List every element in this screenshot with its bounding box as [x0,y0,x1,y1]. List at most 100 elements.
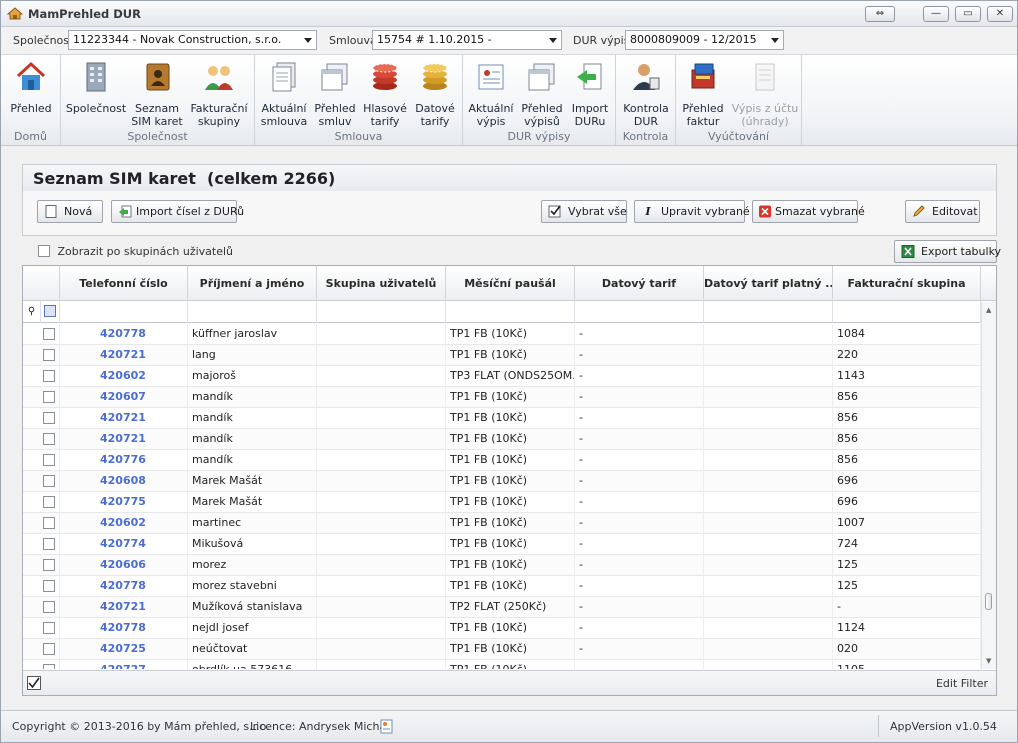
header-user-group[interactable]: Skupina uživatelů [317,266,446,301]
row-checkbox[interactable] [43,643,55,655]
edit-button[interactable]: Editovat [905,200,980,223]
row-checkbox[interactable] [43,538,55,550]
table-row[interactable]: 420602 martinec TP1 FB (10Kč) - 1007 [23,513,981,534]
cell-phone[interactable]: 420727 [60,660,188,669]
cell-phone[interactable]: 420602 [60,366,188,387]
row-checkbox[interactable] [43,601,55,613]
phone-link[interactable]: 420776 [100,453,146,466]
dur-statement-select[interactable]: 8000809009 - 12/2015 [625,30,784,50]
row-select-cell[interactable] [23,492,60,513]
table-row[interactable]: 420778 küffner jaroslav TP1 FB (10Kč) - 1084 [23,324,981,345]
phone-link[interactable]: 420725 [100,642,146,655]
table-row[interactable]: 420606 morez TP1 FB (10Kč) - 125 [23,555,981,576]
row-select-cell[interactable] [23,639,60,660]
row-checkbox[interactable] [43,559,55,571]
cell-phone[interactable]: 420606 [60,555,188,576]
row-select-cell[interactable] [23,366,60,387]
header-name[interactable]: Příjmení a jméno [188,266,317,301]
invoices-overview-button[interactable]: Přehled faktur [678,57,728,129]
header-data-tariff[interactable]: Datový tarif [575,266,704,301]
row-select-cell[interactable] [23,450,60,471]
row-checkbox[interactable] [43,664,55,669]
contract-select[interactable]: 15754 # 1.10.2015 - [372,30,562,50]
table-row[interactable]: 420721 mandík TP1 FB (10Kč) - 856 [23,408,981,429]
cell-phone[interactable]: 420607 [60,387,188,408]
cell-phone[interactable]: 420778 [60,576,188,597]
row-checkbox[interactable] [43,370,55,382]
phone-link[interactable]: 420775 [100,495,146,508]
table-row[interactable]: 420776 mandík TP1 FB (10Kč) - 856 [23,450,981,471]
phone-link[interactable]: 420721 [100,348,146,361]
phone-link[interactable]: 420778 [100,621,146,634]
current-statement-button[interactable]: Aktuální výpis [466,57,516,129]
cell-phone[interactable]: 420778 [60,324,188,345]
company-button[interactable]: Společnost [65,57,127,129]
phone-link[interactable]: 420727 [100,663,146,669]
row-select-cell[interactable] [23,555,60,576]
cell-phone[interactable]: 420775 [60,492,188,513]
table-row[interactable]: 420775 Marek Mašát TP1 FB (10Kč) - 696 [23,492,981,513]
account-statement-button[interactable]: Výpis z účtu (úhrady) [730,57,800,129]
filter-select-all[interactable] [41,301,60,323]
row-checkbox[interactable] [43,496,55,508]
cell-phone[interactable]: 420721 [60,345,188,366]
table-row[interactable]: 420602 majoroš TP3 FLAT (ONDS25OM... - 1143 [23,366,981,387]
filter-user-group[interactable] [317,301,446,323]
table-row[interactable]: 420778 nejdl josef TP1 FB (10Kč) - 1124 [23,618,981,639]
cell-phone[interactable]: 420778 [60,618,188,639]
contracts-overview-button[interactable]: Přehled smluv [311,57,359,129]
row-checkbox[interactable] [43,328,55,340]
close-button[interactable]: ✕ [987,6,1013,22]
table-row[interactable]: 420721 lang TP1 FB (10Kč) - 220 [23,345,981,366]
filter-billing-group[interactable] [833,301,981,323]
row-checkbox[interactable] [43,391,55,403]
row-select-cell[interactable] [23,660,60,669]
table-row[interactable]: 420774 Mikušová TP1 FB (10Kč) - 724 [23,534,981,555]
scroll-up-icon[interactable]: ▲ [986,306,991,314]
phone-link[interactable]: 420721 [100,600,146,613]
scroll-thumb[interactable] [985,593,992,610]
phone-link[interactable]: 420778 [100,579,146,592]
minimize-button[interactable]: — [923,6,949,22]
delete-selected-button[interactable]: Smazat vybrané [752,200,865,223]
row-checkbox[interactable] [43,454,55,466]
scroll-down-icon[interactable]: ▼ [986,657,991,665]
header-phone[interactable]: Telefonní číslo [60,266,188,301]
row-checkbox[interactable] [43,517,55,529]
check-dur-button[interactable]: Kontrola DUR [620,57,672,129]
row-checkbox[interactable] [43,622,55,634]
header-billing-group[interactable]: Fakturační skupina [833,266,981,301]
group-by-users-checkbox[interactable]: Zobrazit po skupinách uživatelů [38,245,233,258]
billing-groups-button[interactable]: Fakturační skupiny [187,57,251,129]
row-select-cell[interactable] [23,471,60,492]
cell-phone[interactable]: 420608 [60,471,188,492]
phone-link[interactable]: 420602 [100,369,146,382]
row-select-cell[interactable] [23,513,60,534]
overview-button[interactable]: Přehled [5,57,57,129]
sim-list-button[interactable]: Seznam SIM karet [129,57,185,129]
data-tariffs-button[interactable]: Datové tarify [411,57,459,129]
cell-phone[interactable]: 420776 [60,450,188,471]
row-select-cell[interactable] [23,576,60,597]
vertical-scrollbar[interactable]: ▲ ▼ [981,302,996,669]
row-select-cell[interactable] [23,597,60,618]
filter-phone[interactable] [60,301,188,323]
new-button[interactable]: Nová [37,200,103,223]
table-row[interactable]: 420608 Marek Mašát TP1 FB (10Kč) - 696 [23,471,981,492]
phone-link[interactable]: 420608 [100,474,146,487]
row-select-cell[interactable] [23,408,60,429]
cell-phone[interactable]: 420725 [60,639,188,660]
import-numbers-button[interactable]: Import čísel z DURů [111,200,244,223]
header-data-tariff-valid[interactable]: Datový tarif platný ... [704,266,833,301]
row-checkbox[interactable] [43,580,55,592]
maximize-button[interactable]: ▭ [955,6,981,22]
statements-overview-button[interactable]: Přehled výpisů [518,57,566,129]
row-checkbox[interactable] [43,433,55,445]
table-row[interactable]: 420607 mandík TP1 FB (10Kč) - 856 [23,387,981,408]
filter-data-tariff[interactable] [575,301,704,323]
filter-pin-icon[interactable]: ⚲ [23,301,41,323]
filter-monthly-plan[interactable] [446,301,575,323]
phone-link[interactable]: 420721 [100,432,146,445]
phone-link[interactable]: 420778 [100,327,146,340]
cell-phone[interactable]: 420721 [60,597,188,618]
